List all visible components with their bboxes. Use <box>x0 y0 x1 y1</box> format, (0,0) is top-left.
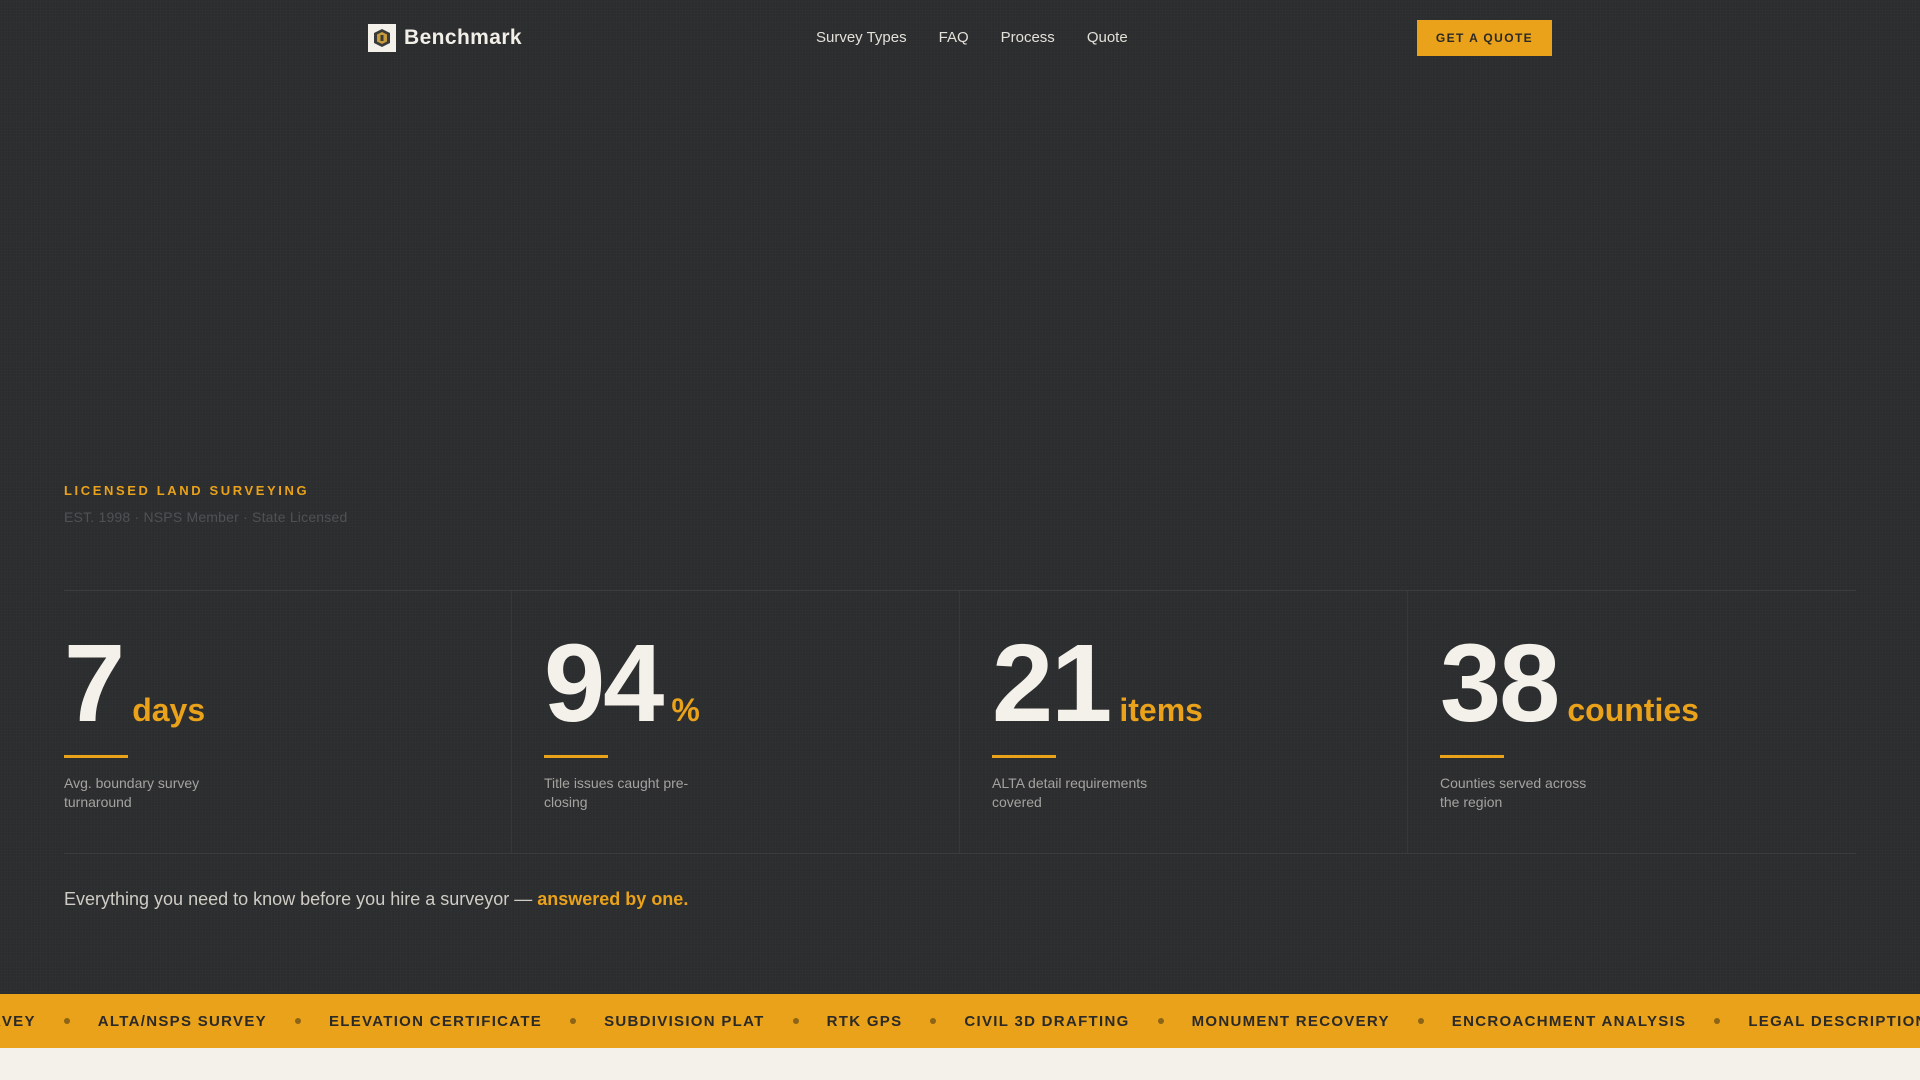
ticker-item: CIVIL 3D DRAFTING <box>964 1012 1130 1030</box>
stat-title-issues: 94 % Title issues caught pre-closing <box>512 591 960 853</box>
nav-process[interactable]: Process <box>1001 29 1055 46</box>
benchmark-logo-icon <box>368 24 396 52</box>
ticker-separator-dot <box>1714 1018 1721 1024</box>
site-header: Benchmark Survey Types FAQ Process Quote… <box>0 0 1920 76</box>
get-a-quote-button[interactable]: GET A QUOTE <box>1417 20 1552 56</box>
nav-faq[interactable]: FAQ <box>939 29 969 46</box>
stat-unit: days <box>132 692 206 728</box>
ticker-item: RTK GPS <box>826 1012 903 1030</box>
ticker-separator-dot <box>792 1018 799 1024</box>
stat-unit: counties <box>1567 692 1699 728</box>
stat-counties: 38 counties Counties served across the r… <box>1408 591 1856 853</box>
stat-alta-items: 21 items ALTA detail requirements covere… <box>960 591 1408 853</box>
ticker-separator-dot <box>294 1018 301 1024</box>
ticker-separator-dot <box>63 1018 70 1024</box>
ticker-item: LEGAL DESCRIPTIONS <box>1748 1012 1920 1030</box>
ticker-item: SUBDIVISION PLAT <box>604 1012 765 1030</box>
ticker-item: ENCROACHMENT ANALYSIS <box>1451 1012 1687 1030</box>
stat-unit: items <box>1119 692 1203 728</box>
ticker-item: ELEVATION CERTIFICATE <box>328 1012 543 1030</box>
stat-unit: % <box>671 692 700 728</box>
ticker-track: RVEY ALTA/NSPS SURVEY ELEVATION CERTIFICAT… <box>0 994 1920 1048</box>
stat-value: 38 <box>1440 622 1560 745</box>
ticker-item: MONUMENT RECOVERY <box>1191 1012 1390 1030</box>
ticker-item: ALTA/NSPS SURVEY <box>97 1012 267 1030</box>
ticker-separator-dot <box>1157 1018 1164 1024</box>
nav-survey-types[interactable]: Survey Types <box>816 29 907 46</box>
stat-accent-bar <box>1440 755 1504 758</box>
brand-logo[interactable]: Benchmark <box>368 24 522 52</box>
stat-label: Title issues caught pre-closing <box>544 775 689 810</box>
background-texture <box>0 0 1920 1080</box>
stat-accent-bar <box>544 755 608 758</box>
ticker-separator-dot <box>1417 1018 1424 1024</box>
ticker-separator-dot <box>570 1018 577 1024</box>
ticker-item: RVEY <box>0 1012 36 1030</box>
tagline-lead: Everything you need to know before you h… <box>64 889 538 909</box>
tagline: Everything you need to know before you h… <box>64 889 688 910</box>
stat-value: 7 <box>64 622 125 745</box>
stat-label: Counties served across the region <box>1440 775 1587 810</box>
stat-turnaround: 7 days Avg. boundary survey turnaround <box>64 591 512 853</box>
hero-credentials: EST. 1998 · NSPS Member · State Licensed <box>64 509 348 525</box>
ticker-separator-dot <box>930 1018 937 1024</box>
next-section-band <box>0 1048 1920 1080</box>
brand-name: Benchmark <box>404 26 522 49</box>
services-ticker: RVEY ALTA/NSPS SURVEY ELEVATION CERTIFICAT… <box>0 994 1920 1048</box>
stat-accent-bar <box>64 755 128 758</box>
stat-label: Avg. boundary survey turnaround <box>64 775 200 810</box>
stat-accent-bar <box>992 755 1056 758</box>
stats-row: 7 days Avg. boundary survey turnaround 9… <box>64 590 1856 854</box>
hero-eyebrow: LICENSED LAND SURVEYING <box>64 483 310 498</box>
main-nav: Survey Types FAQ Process Quote <box>816 29 1128 46</box>
stat-label: ALTA detail requirements covered <box>992 775 1148 810</box>
tagline-highlight: answered by one. <box>537 889 689 909</box>
nav-quote[interactable]: Quote <box>1087 29 1128 46</box>
stat-value: 21 <box>992 622 1112 745</box>
stat-value: 94 <box>544 622 664 745</box>
